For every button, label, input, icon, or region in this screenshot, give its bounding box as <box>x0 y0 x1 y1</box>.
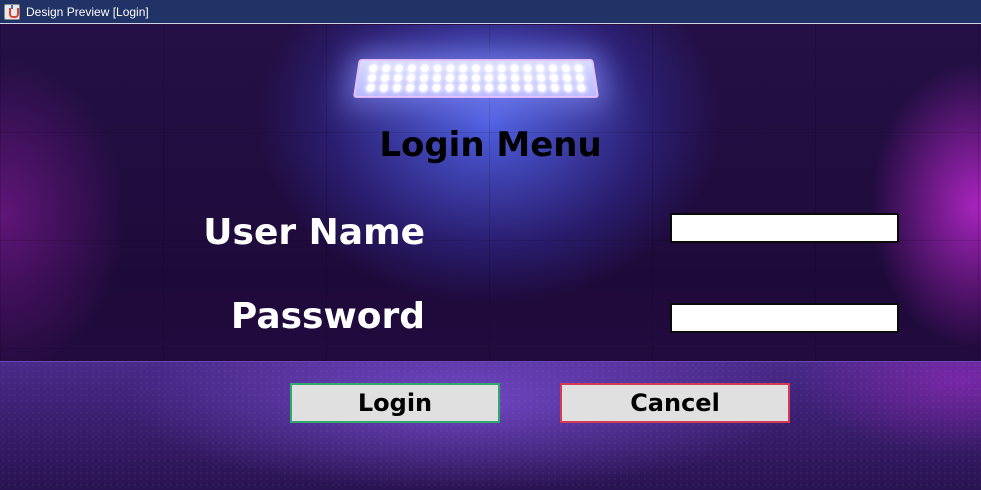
led-dot <box>549 74 559 82</box>
login-window: Design Preview [Login] Login Menu User N… <box>0 0 981 490</box>
password-input[interactable] <box>670 303 899 333</box>
led-dot <box>407 64 417 73</box>
led-dot <box>484 64 493 73</box>
led-dot <box>550 83 560 92</box>
led-dot <box>484 74 494 82</box>
background-scene: Login Menu User Name Password Login Canc… <box>0 25 981 490</box>
led-dot <box>382 64 391 73</box>
led-dot <box>485 83 494 92</box>
led-dot <box>458 83 467 92</box>
login-button[interactable]: Login <box>290 383 500 423</box>
led-dot <box>419 83 428 92</box>
title-bar[interactable]: Design Preview [Login] <box>0 0 981 24</box>
username-input[interactable] <box>670 213 899 243</box>
led-dot <box>432 83 441 92</box>
led-dot <box>458 74 468 82</box>
led-dot <box>380 74 390 82</box>
led-dot <box>498 83 507 92</box>
java-cup-icon <box>4 3 20 20</box>
led-dot <box>511 83 520 92</box>
led-dot <box>535 64 545 73</box>
cancel-button[interactable]: Cancel <box>560 383 790 423</box>
led-dot <box>394 64 404 73</box>
led-dot <box>510 74 520 82</box>
led-dot <box>497 64 506 73</box>
led-dot <box>523 74 533 82</box>
led-dot <box>419 74 429 82</box>
led-dot <box>432 74 442 82</box>
led-dot <box>472 64 480 73</box>
led-dot <box>366 83 376 92</box>
led-dot <box>537 83 546 92</box>
page-title: Login Menu <box>379 125 602 165</box>
led-dot <box>393 74 403 82</box>
led-dot <box>445 74 455 82</box>
led-dot <box>563 83 573 92</box>
led-lamp-icon <box>353 59 599 98</box>
username-label: User Name <box>203 212 425 253</box>
led-dot <box>471 83 481 92</box>
led-dot <box>379 83 389 92</box>
led-dot <box>459 64 468 73</box>
led-dot <box>369 64 379 73</box>
led-dot <box>562 74 572 82</box>
led-dot <box>510 64 519 73</box>
led-dot <box>524 83 533 92</box>
floor <box>0 361 981 490</box>
led-dot <box>367 74 377 82</box>
password-label: Password <box>230 296 425 337</box>
led-dot <box>445 83 454 92</box>
led-dot <box>573 64 583 73</box>
led-dot <box>471 74 481 82</box>
led-dot <box>406 83 415 92</box>
window-title: Design Preview [Login] <box>26 4 149 19</box>
led-dot <box>497 74 507 82</box>
led-dot <box>561 64 570 73</box>
led-dot <box>392 83 402 92</box>
led-dot <box>536 74 546 82</box>
led-dot <box>522 64 532 73</box>
led-dot <box>576 83 586 92</box>
led-dot <box>420 64 430 73</box>
led-dot <box>406 74 416 82</box>
led-dot <box>548 64 558 73</box>
led-dot <box>433 64 442 73</box>
led-dot <box>575 74 585 82</box>
led-dot <box>446 64 455 73</box>
